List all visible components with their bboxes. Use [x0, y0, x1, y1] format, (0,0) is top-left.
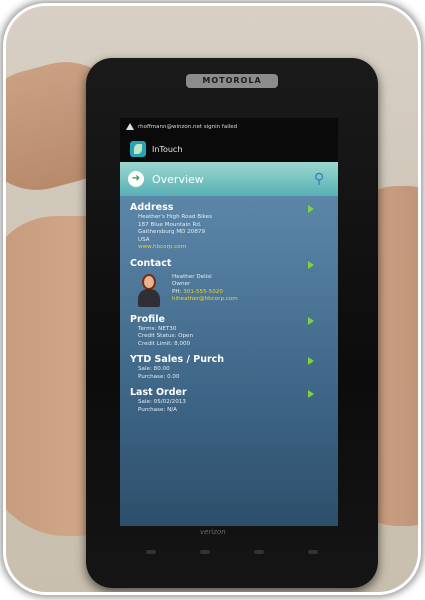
- website-link[interactable]: www.hbcorp.com: [130, 244, 328, 252]
- contact-expand-arrow-icon[interactable]: [308, 260, 314, 269]
- contact-phone-row: PH: 301-555-5020: [172, 289, 238, 297]
- phone-label: PH:: [172, 288, 182, 295]
- profile-line: Credit Status: Open: [138, 333, 194, 339]
- ytd-section[interactable]: YTD Sales / Purch Sale: 80.00 Purchase: …: [130, 354, 328, 381]
- address-title: Address: [130, 202, 174, 213]
- contact-role: Owner: [172, 281, 191, 287]
- status-notification[interactable]: rhoffmann@winzon.net signin failed: [138, 124, 237, 130]
- warning-icon: [126, 123, 134, 130]
- address-line: USA: [138, 236, 150, 243]
- email-link[interactable]: hiheather@hbcorp.com: [172, 296, 238, 304]
- profile-line: Credit Limit: 8,000: [138, 340, 191, 347]
- ytd-title: YTD Sales / Purch: [130, 354, 225, 365]
- address-line: 187 Blue Mountain Rd.: [138, 221, 202, 228]
- back-key[interactable]: [254, 550, 264, 554]
- status-bar: rhoffmann@winzon.net signin failed: [120, 118, 338, 136]
- menu-key[interactable]: [146, 550, 156, 554]
- phone-screen: rhoffmann@winzon.net signin failed InTou…: [120, 118, 338, 526]
- last-order-expand-arrow-icon[interactable]: [308, 390, 314, 398]
- app-title-bar: InTouch: [120, 136, 338, 162]
- overview-content: Address Heather's High Road Bikes 187 Bl…: [120, 196, 338, 526]
- home-key[interactable]: [200, 550, 210, 554]
- carrier-logo: verizon: [200, 528, 226, 536]
- profile-expand-arrow-icon[interactable]: [308, 316, 314, 325]
- app-name: InTouch: [152, 144, 183, 154]
- overview-title: Overview: [152, 172, 204, 186]
- profile-title: Profile: [130, 313, 165, 325]
- search-icon[interactable]: ⚲: [314, 171, 330, 187]
- contact-section[interactable]: Contact Heather Delisl Owner PH: 301-555…: [130, 258, 328, 308]
- contact-title: Contact: [130, 257, 172, 269]
- profile-line: Terms: NET30: [138, 325, 177, 332]
- ytd-expand-arrow-icon[interactable]: [308, 357, 314, 365]
- forward-arrow-icon[interactable]: ➜: [128, 171, 144, 187]
- photo-frame: MOTOROLA rhoffmann@winzon.net signin fai…: [6, 6, 418, 592]
- address-line: Gaithersburg MD 20879: [138, 229, 206, 235]
- contact-name: Heather Delisl: [172, 273, 212, 280]
- phone-device: MOTOROLA rhoffmann@winzon.net signin fai…: [86, 58, 378, 588]
- ytd-line: Sale: 80.00: [138, 366, 170, 372]
- address-section[interactable]: Address Heather's High Road Bikes 187 Bl…: [130, 202, 328, 252]
- last-order-title: Last Order: [130, 387, 187, 398]
- overview-header: ➜ Overview ⚲: [120, 162, 338, 196]
- ytd-line: Purchase: 0.00: [138, 373, 180, 380]
- last-order-line: Sale: 05/02/2013: [138, 399, 186, 405]
- address-expand-arrow-icon[interactable]: [308, 205, 314, 213]
- phone-link[interactable]: 301-555-5020: [183, 289, 223, 295]
- phone-brand-label: MOTOROLA: [186, 74, 278, 88]
- search-key[interactable]: [308, 550, 318, 554]
- avatar: [136, 273, 162, 308]
- soft-keys: [146, 550, 318, 554]
- last-order-line: Purchase: N/A: [138, 406, 177, 413]
- last-order-section[interactable]: Last Order Sale: 05/02/2013 Purchase: N/…: [130, 387, 328, 414]
- app-logo-icon: [130, 141, 146, 157]
- address-line: Heather's High Road Bikes: [138, 214, 213, 220]
- profile-section[interactable]: Profile Terms: NET30 Credit Status: Open…: [130, 314, 328, 349]
